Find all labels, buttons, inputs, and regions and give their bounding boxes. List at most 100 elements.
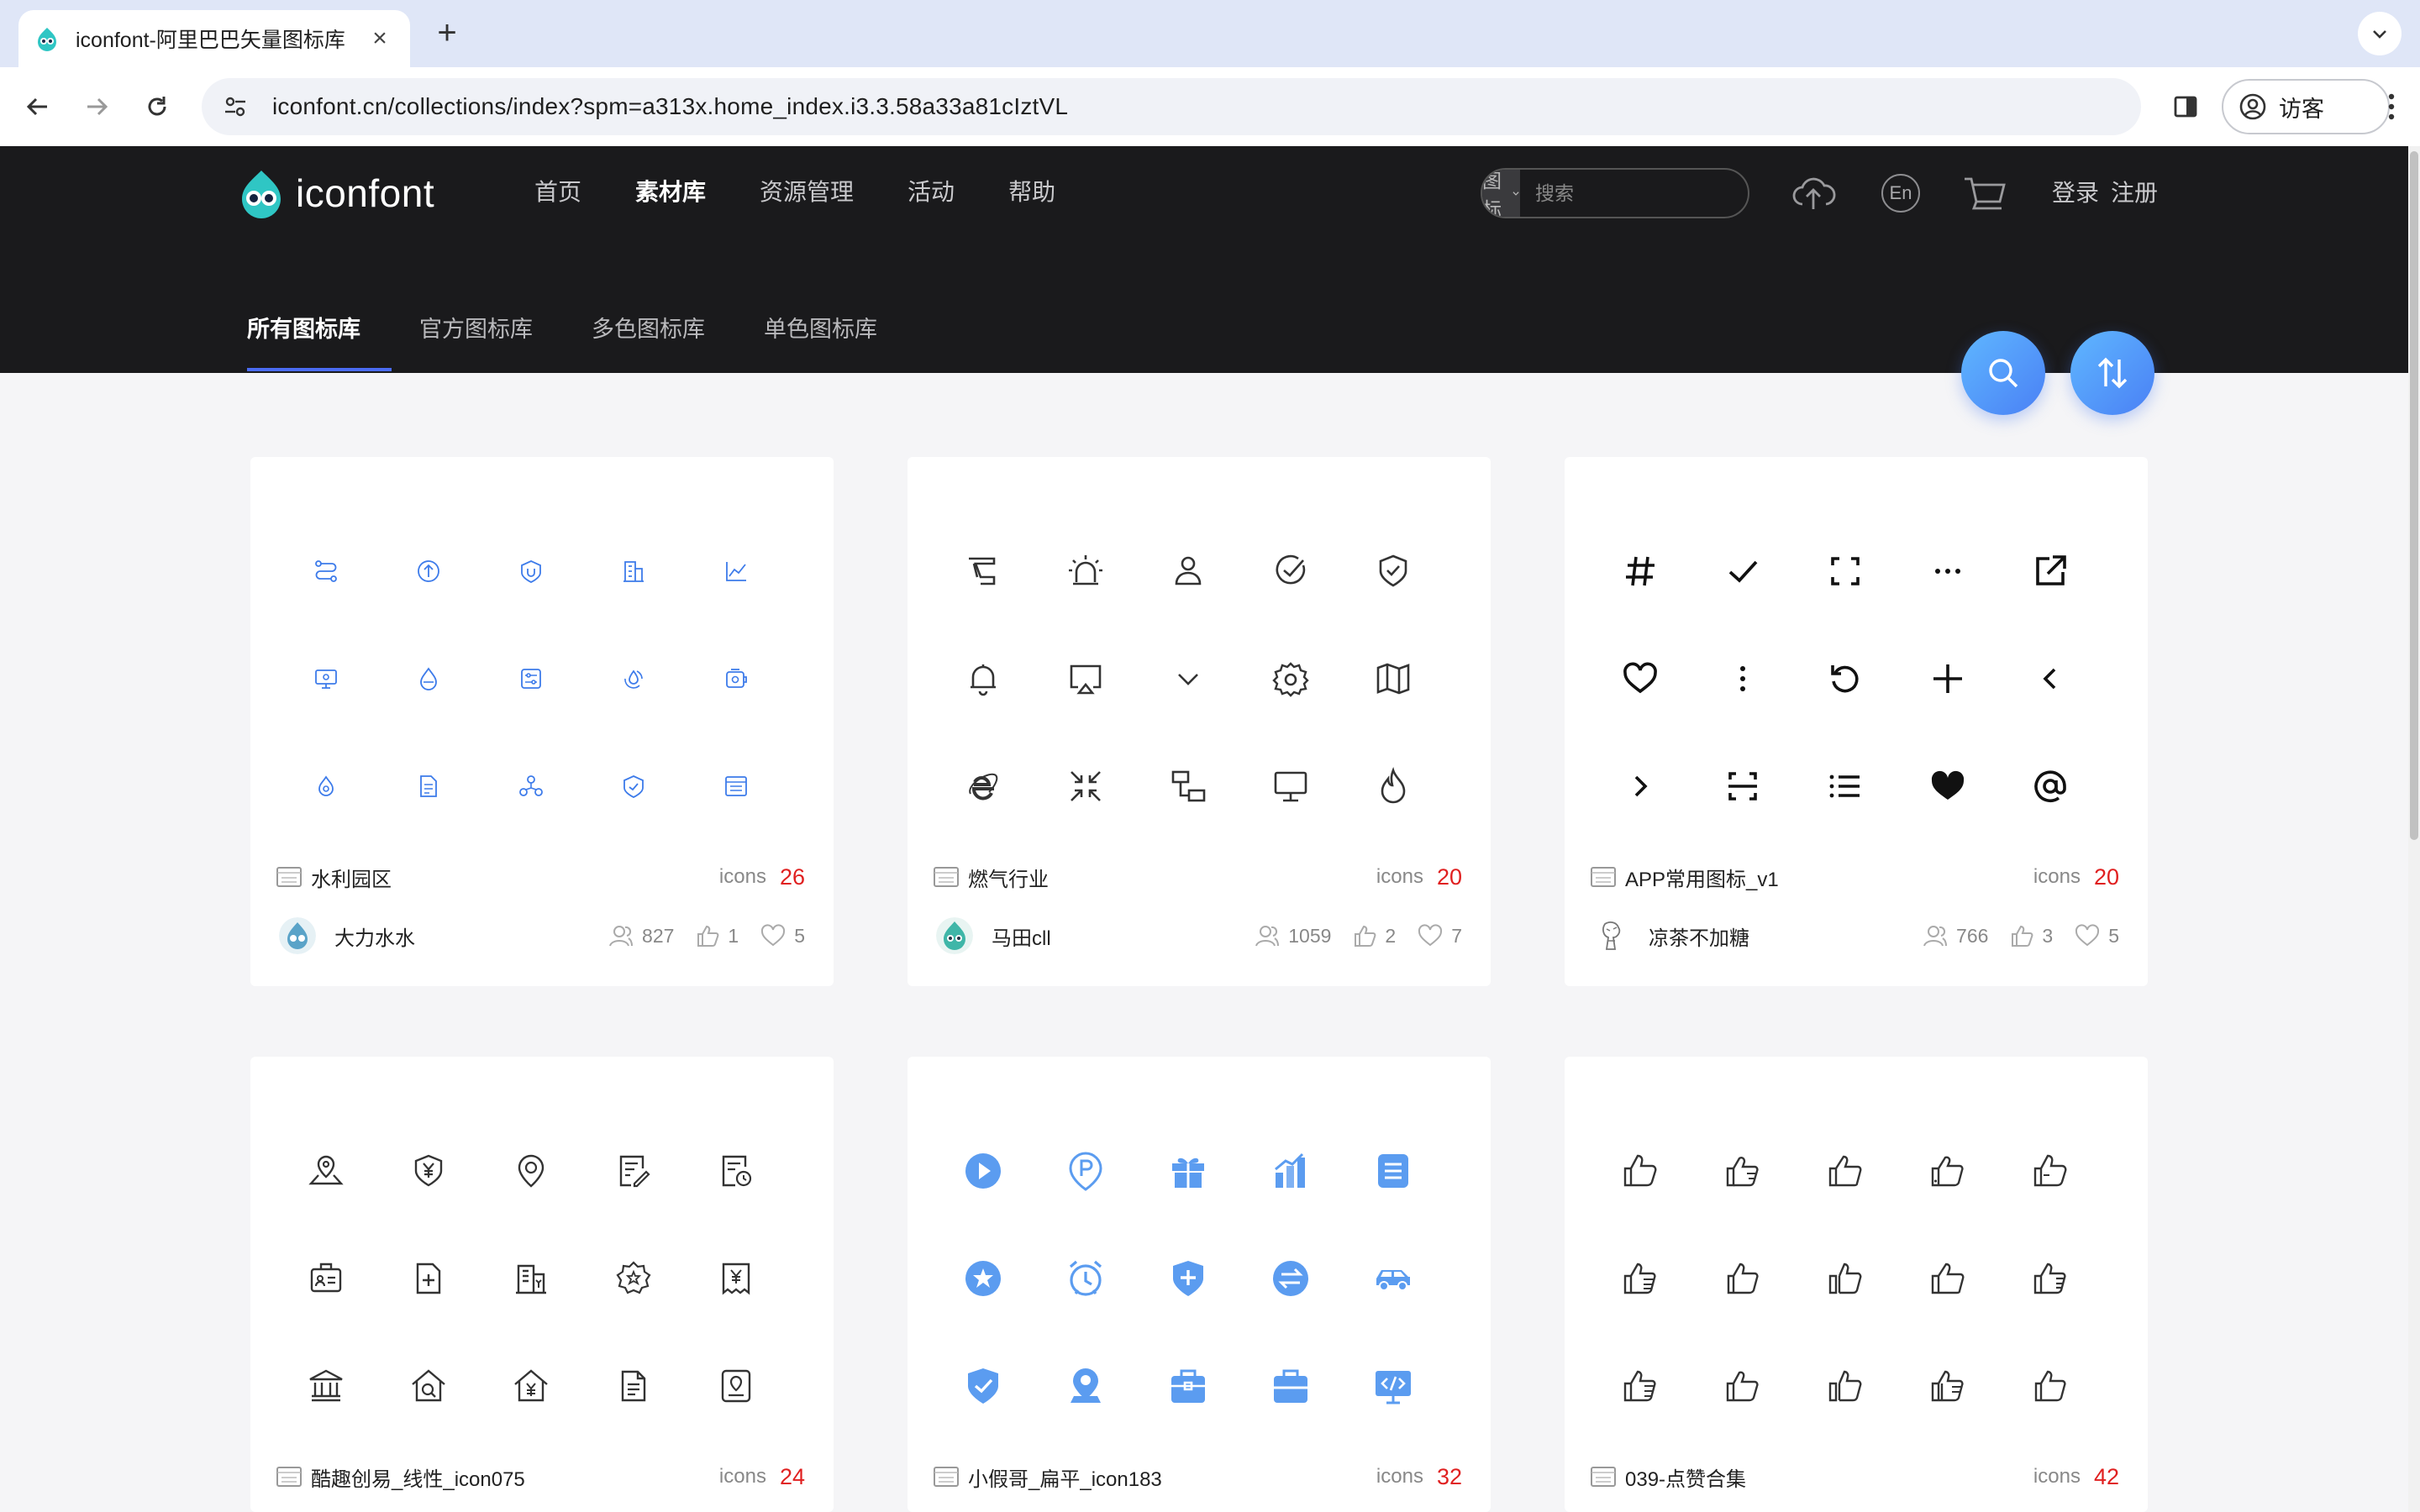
card-meta: 水利园区 icons 26 [276,860,805,894]
site-logo[interactable]: iconfont [235,166,434,220]
collection-name[interactable]: 燃气行业 [968,863,1376,892]
drop-circle-icon [301,761,351,811]
more-horizontal-icon [1923,546,1973,596]
floating-search-button[interactable] [1961,331,2045,415]
nav-item-resources[interactable]: 资源管理 [760,173,854,212]
meter-icon [711,654,761,704]
collection-name[interactable]: 水利园区 [311,863,719,892]
scrollbar-thumb[interactable] [2410,151,2418,840]
site-info-icon[interactable] [217,88,254,125]
collection-icon [934,1467,959,1487]
view-count: 827 [608,924,674,948]
main-nav: 首页 素材库 资源管理 活动 帮助 [534,173,1055,212]
nav-item-home[interactable]: 首页 [534,173,581,212]
collection-name[interactable]: APP常用图标_v1 [1625,863,2033,892]
tab-close-icon[interactable]: × [365,24,395,53]
author-name[interactable]: 凉茶不加糖 [1649,921,1901,951]
users-icon [1255,926,1280,947]
new-tab-button[interactable]: + [427,13,467,54]
tab-official-libraries[interactable]: 官方图标库 [419,311,533,348]
profile-button[interactable]: 访客 [2222,79,2390,134]
user-icon [1163,546,1213,596]
profile-label: 访客 [2279,96,2324,122]
thumbs-up-icon [2012,925,2033,947]
browser-tab-strip: iconfont-阿里巴巴矢量图标库 × + [0,0,2420,67]
login-link[interactable]: 登录 [2052,175,2099,212]
favorite-count[interactable]: 5 [2075,924,2119,948]
tab-multicolor-libraries[interactable]: 多色图标库 [592,311,705,348]
favorite-count-value: 5 [2108,924,2119,947]
collection-name[interactable]: 小假哥_扁平_icon183 [968,1462,1376,1492]
search-type-label: 图标 [1482,170,1502,218]
collection-card[interactable]: APP常用图标_v1 icons 20 凉茶不加糖 766 3 5 [1565,457,2148,986]
nav-item-library[interactable]: 素材库 [635,173,706,212]
browser-tab-active[interactable]: iconfont-阿里巴巴矢量图标库 × [18,10,410,67]
chevron-left-icon [2025,654,2075,704]
network-people-icon [506,761,556,811]
shield-u-icon [506,546,556,596]
tab-all-libraries[interactable]: 所有图标库 [247,311,360,348]
icon-count: 20 [2093,864,2119,890]
address-bar[interactable]: iconfont.cn/collections/index?spm=a313x.… [202,78,2141,135]
like-count[interactable]: 3 [2010,924,2053,948]
register-link[interactable]: 注册 [2111,175,2158,212]
heart-outline-icon [2075,924,2100,947]
users-icon [1923,926,1948,947]
car-icon [1368,1253,1418,1304]
icon-count: 20 [1436,864,1462,890]
more-vertical-icon [2388,93,2395,120]
view-count-value: 766 [1956,924,1989,947]
collection-card[interactable]: 水利园区 icons 26 大力水水 827 1 5 [250,457,834,986]
reload-button[interactable] [134,84,180,129]
collapse-icon [1060,761,1111,811]
favorite-count[interactable]: 7 [1418,924,1462,948]
back-button[interactable] [15,84,60,129]
search-type-select[interactable]: 图标 [1482,170,1520,217]
hash-icon [1615,546,1665,596]
upload-cloud-icon[interactable] [1790,170,1837,217]
collection-card[interactable]: 小假哥_扁平_icon183 icons 32 [908,1057,1491,1512]
shield-yuan-icon [403,1146,454,1196]
language-switch[interactable]: En [1877,170,1924,217]
icon-preview-grid [301,1095,812,1403]
avatar[interactable] [1593,917,1630,954]
nav-item-activity[interactable]: 活动 [908,173,955,212]
exchange-circle-icon [1265,1253,1316,1304]
card-author-row: 大力水水 827 1 5 [279,916,805,956]
author-name[interactable]: 马田cll [992,921,1233,951]
like-count[interactable]: 1 [696,924,739,948]
floating-sort-button[interactable] [2070,331,2154,415]
icons-label: icons [2033,865,2081,888]
badge-star-icon [608,1253,659,1304]
author-name[interactable]: 大力水水 [334,921,587,951]
card-meta: 039-点赞合集 icons 42 [1590,1460,2119,1494]
heart-outline-icon [761,924,786,947]
collection-icon [934,867,959,887]
icons-label: icons [718,1465,766,1488]
side-panel-button[interactable] [2163,84,2208,129]
collection-name[interactable]: 039-点赞合集 [1625,1462,2033,1492]
check-icon [1718,546,1768,596]
nav-item-help[interactable]: 帮助 [1008,173,1055,212]
thumbs-up-icon [1718,1146,1768,1196]
collection-card[interactable]: 酷趣创易_线性_icon075 icons 24 [250,1057,834,1512]
search-icon [1989,359,2018,388]
tab-monochrome-libraries[interactable]: 单色图标库 [764,311,877,348]
monitor-icon [301,654,351,704]
alarm-clock-icon [1060,1253,1111,1304]
browser-menu-button[interactable] [2375,84,2408,129]
collection-card[interactable]: 燃气行业 icons 20 马田cll 1059 2 7 [908,457,1491,986]
collection-card[interactable]: 039-点赞合集 icons 42 [1565,1057,2148,1512]
avatar[interactable] [279,917,316,954]
like-count[interactable]: 2 [1353,924,1396,948]
forward-button[interactable] [74,84,119,129]
like-count-value: 1 [728,924,739,947]
favorite-count[interactable]: 5 [760,924,805,948]
tab-search-button[interactable] [2358,12,2402,55]
document-text-icon [608,1361,659,1411]
search-input[interactable] [1520,181,1748,205]
cart-icon[interactable] [1961,170,2008,217]
collection-name[interactable]: 酷趣创易_线性_icon075 [311,1462,719,1492]
avatar[interactable] [936,917,973,954]
view-count-value: 1059 [1288,924,1332,947]
